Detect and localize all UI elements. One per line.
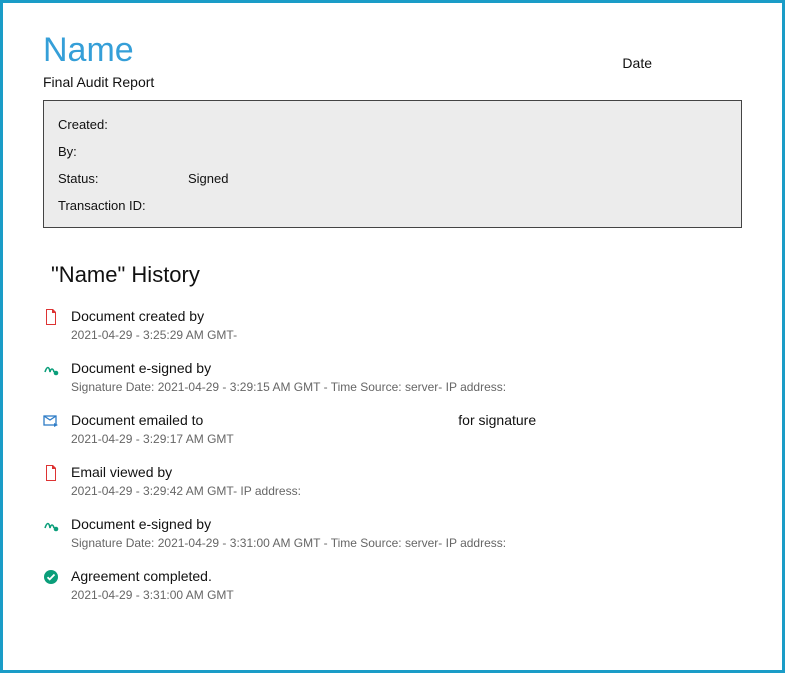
history-item: Email viewed by 2021-04-29 - 3:29:42 AM … [43, 464, 742, 498]
history-main-suffix: for signature [458, 412, 536, 428]
history-sub: Signature Date: 2021-04-29 - 3:29:15 AM … [71, 380, 742, 394]
history-item: Document e-signed by Signature Date: 202… [43, 360, 742, 394]
status-value: Signed [188, 171, 228, 186]
history-main-prefix: Document emailed to [71, 412, 203, 428]
history-item: Document emailed to for signature 2021-04… [43, 412, 742, 446]
created-label: Created: [58, 117, 188, 132]
history-sub: 2021-04-29 - 3:29:42 AM GMT- IP address: [71, 484, 742, 498]
history-sub: 2021-04-29 - 3:31:00 AM GMT [71, 588, 742, 602]
history-text: Document created by 2021-04-29 - 3:25:29… [71, 308, 742, 342]
history-text: Email viewed by 2021-04-29 - 3:29:42 AM … [71, 464, 742, 498]
transaction-id-label: Transaction ID: [58, 198, 188, 213]
document-icon [43, 309, 61, 327]
info-box: Created: By: Status: Signed Transaction … [43, 100, 742, 228]
status-label: Status: [58, 171, 188, 186]
history-main: Agreement completed. [71, 568, 742, 584]
history-sub: 2021-04-29 - 3:29:17 AM GMT [71, 432, 742, 446]
email-icon [43, 413, 61, 431]
history-text: Document e-signed by Signature Date: 202… [71, 360, 742, 394]
history-item: Document created by 2021-04-29 - 3:25:29… [43, 308, 742, 342]
history-main: Document e-signed by [71, 360, 742, 376]
history-sub: 2021-04-29 - 3:25:29 AM GMT- [71, 328, 742, 342]
history-item: Agreement completed. 2021-04-29 - 3:31:0… [43, 568, 742, 602]
title-name: Name [43, 31, 134, 70]
signature-icon [43, 517, 61, 535]
info-row-transaction: Transaction ID: [58, 192, 727, 219]
document-icon [43, 465, 61, 483]
history-text: Document e-signed by Signature Date: 202… [71, 516, 742, 550]
history-main: Email viewed by [71, 464, 742, 480]
history-main: Document created by [71, 308, 742, 324]
content-area: Name Date Final Audit Report Created: By… [3, 3, 782, 640]
check-icon [43, 569, 61, 587]
history-main: Document emailed to for signature [71, 412, 742, 428]
signature-icon [43, 361, 61, 379]
by-label: By: [58, 144, 188, 159]
info-row-created: Created: [58, 111, 727, 138]
date-label: Date [622, 55, 652, 71]
info-row-by: By: [58, 138, 727, 165]
history-text: Agreement completed. 2021-04-29 - 3:31:0… [71, 568, 742, 602]
header-row: Name Date [43, 31, 742, 70]
history-item: Document e-signed by Signature Date: 202… [43, 516, 742, 550]
page-border: Name Date Final Audit Report Created: By… [0, 0, 785, 673]
subtitle: Final Audit Report [43, 74, 742, 90]
info-row-status: Status: Signed [58, 165, 727, 192]
history-sub: Signature Date: 2021-04-29 - 3:31:00 AM … [71, 536, 742, 550]
history-text: Document emailed to for signature 2021-04… [71, 412, 742, 446]
history-title: "Name" History [51, 262, 742, 288]
history-main: Document e-signed by [71, 516, 742, 532]
